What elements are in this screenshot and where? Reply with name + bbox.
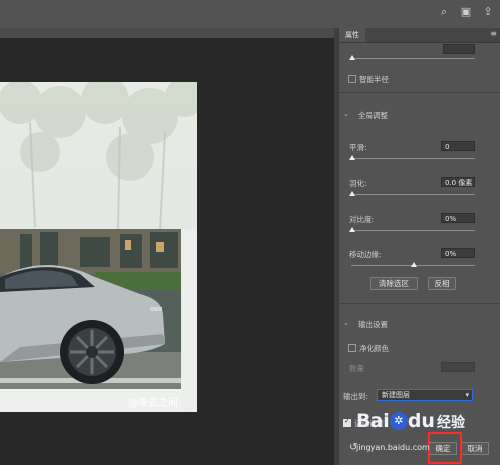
- chevron-down-icon[interactable]: ⌄: [343, 110, 349, 118]
- amount-field: [441, 362, 475, 372]
- feather-slider-track[interactable]: [351, 194, 475, 195]
- shift-edge-label: 移动边缘:: [349, 250, 382, 259]
- watermark-jingyan: 经验: [436, 415, 465, 431]
- baidu-watermark: Bai ✲ du 经验: [356, 410, 465, 432]
- contrast-field[interactable]: 0%: [441, 213, 475, 223]
- smooth-slider-track[interactable]: [351, 158, 475, 159]
- amount-label: 数量: [349, 364, 364, 373]
- smart-radius-label: 智能半径: [359, 75, 389, 84]
- output-to-label: 输出到:: [343, 392, 369, 401]
- smart-radius-checkbox[interactable]: [348, 75, 356, 83]
- contrast-slider-thumb[interactable]: [349, 227, 355, 232]
- options-bar: ⌕ ▣ ⇪: [0, 0, 500, 28]
- invert-button[interactable]: 反相: [428, 277, 456, 290]
- feather-field[interactable]: 0.0 像素: [441, 177, 475, 187]
- decontaminate-label: 净化颜色: [359, 344, 389, 353]
- contrast-label: 对比度:: [349, 215, 375, 224]
- search-icon[interactable]: ⌕: [438, 6, 450, 18]
- radius-slider-track[interactable]: [351, 58, 475, 59]
- watermark-du: du: [407, 410, 435, 432]
- radius-slider-thumb[interactable]: [349, 55, 355, 60]
- global-adjust-heading: 全局调整: [358, 111, 388, 120]
- watermark-bai: Bai: [356, 410, 390, 432]
- remember-settings-checkbox[interactable]: [343, 417, 351, 427]
- smooth-label: 平滑:: [349, 143, 367, 152]
- workspace-icons: ⌕ ▣ ⇪: [438, 6, 494, 18]
- paw-icon: ✲: [389, 412, 408, 430]
- output-to-select[interactable]: 新建图层: [377, 389, 473, 401]
- watermark-url: jingyan.baidu.com: [356, 443, 430, 452]
- clear-selection-button[interactable]: 清除选区: [370, 277, 418, 290]
- section-divider: [339, 303, 500, 304]
- feather-label: 羽化:: [349, 179, 367, 188]
- car-street-photo: [0, 82, 197, 412]
- chevron-down-icon[interactable]: ⌄: [343, 319, 349, 327]
- panel-menu-icon[interactable]: ≡: [490, 29, 497, 38]
- contrast-slider-track[interactable]: [351, 230, 475, 231]
- smooth-slider-thumb[interactable]: [349, 155, 355, 160]
- cancel-button[interactable]: 取消: [461, 442, 489, 455]
- smooth-field[interactable]: 0: [441, 141, 475, 151]
- highlight-box: [428, 432, 462, 464]
- section-divider: [339, 92, 500, 93]
- photo-preview[interactable]: @来去之间: [0, 82, 197, 412]
- shift-edge-field[interactable]: 0%: [441, 248, 475, 258]
- canvas-area[interactable]: @来去之间: [0, 38, 334, 465]
- properties-panel: 属性 ≡ 智能半径 ⌄ 全局调整 平滑: 0 羽化: 0.0 像素 对比度: 0…: [338, 28, 500, 465]
- feather-slider-thumb[interactable]: [349, 191, 355, 196]
- share-icon[interactable]: ⇪: [482, 6, 494, 18]
- radius-field[interactable]: [443, 44, 475, 54]
- decontaminate-checkbox[interactable]: [348, 344, 356, 352]
- photo-watermark: @来去之间: [128, 398, 178, 409]
- tab-properties[interactable]: 属性: [339, 28, 365, 42]
- workspace-layout-icon[interactable]: ▣: [460, 6, 472, 18]
- output-settings-heading: 输出设置: [358, 320, 388, 329]
- shift-edge-slider-thumb[interactable]: [411, 262, 417, 267]
- panel-tabbar: 属性 ≡: [339, 28, 500, 43]
